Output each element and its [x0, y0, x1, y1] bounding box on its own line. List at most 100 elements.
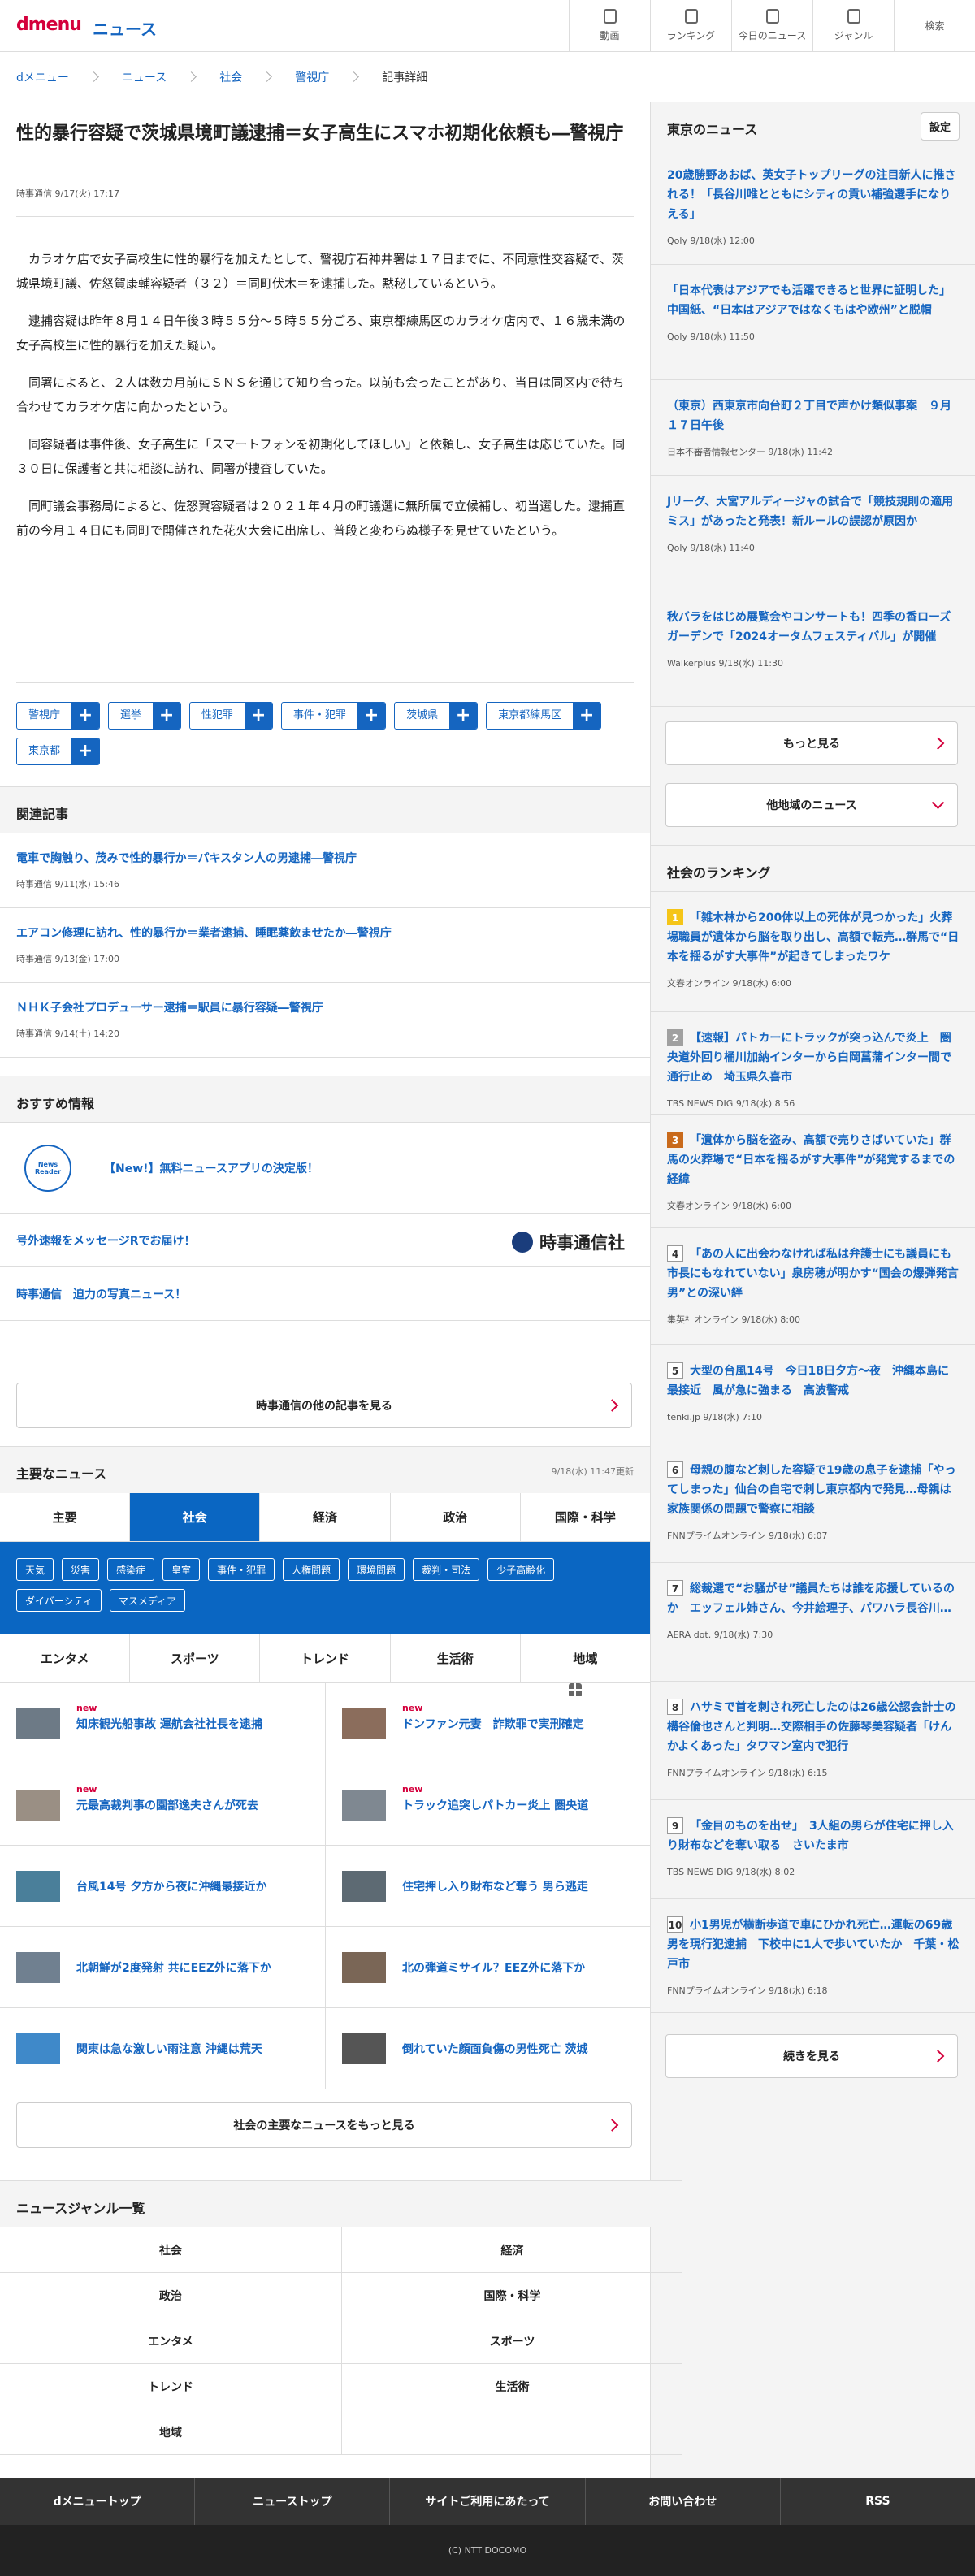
tab-main[interactable]: 主要: [0, 1493, 129, 1541]
tag-item[interactable]: 茨城県 +: [394, 702, 479, 730]
footer-link-dmenu-top[interactable]: dメニュートップ: [0, 2478, 194, 2525]
topnews-item[interactable]: 関東は急な激しい雨注意 沖縄は荒天: [0, 2008, 325, 2089]
tokyo-news-item[interactable]: 20歳勝野あおば、英女子トップリーグの注目新人に推される！「長谷川唯とともにシテ…: [651, 149, 975, 265]
tab-sports[interactable]: スポーツ: [129, 1634, 259, 1682]
tag-item[interactable]: 性犯罪 +: [189, 702, 274, 730]
follow-plus-icon[interactable]: +: [72, 738, 100, 764]
genre-item[interactable]: エンタメ: [0, 2318, 341, 2364]
topnews-tabs: 主要 社会 経済 政治 国際・科学: [0, 1493, 650, 1542]
related-item[interactable]: エアコン修理に訪れ、性的暴行か＝業者逮捕、睡眠薬飲ませたか―警視庁 時事通信 9…: [0, 908, 650, 983]
tag-item[interactable]: 東京都 +: [16, 738, 101, 765]
breadcrumb-police[interactable]: 警視庁: [295, 69, 382, 85]
nav-video[interactable]: 動画: [569, 0, 650, 51]
genre-item[interactable]: 生活術: [341, 2364, 682, 2409]
tab-society[interactable]: 社会: [129, 1493, 260, 1541]
recommend-item[interactable]: 時事通信 迫力の写真ニュース！: [0, 1267, 650, 1321]
topnews-item[interactable]: 倒れていた顔面負傷の男性死亡 茨城: [325, 2008, 650, 2089]
subtag[interactable]: 少子高齢化: [488, 1558, 555, 1581]
footer-link-contact[interactable]: お問い合わせ: [584, 2478, 780, 2525]
subtag[interactable]: 事件・犯罪: [208, 1558, 275, 1581]
topnews-item[interactable]: new 知床観光船事故 運航会社社長を逮捕: [0, 1683, 325, 1764]
footer-link-terms[interactable]: サイトご利用にあたって: [389, 2478, 584, 2525]
follow-plus-icon[interactable]: +: [449, 703, 478, 729]
genre-item[interactable]: スポーツ: [341, 2318, 682, 2364]
more-tokyo-news-button[interactable]: もっと見る: [665, 721, 958, 765]
tag-item[interactable]: 事件・犯罪 +: [281, 702, 387, 730]
tokyo-news-item[interactable]: （東京）西東京市向台町２丁目で声かけ類似事案 ９月１７日午後 日本不審者情報センタ…: [651, 380, 975, 476]
tag-item[interactable]: 東京都練馬区 +: [486, 702, 602, 730]
related-item[interactable]: ＮＨＫ子会社プロデューサー逮捕＝駅員に暴行容疑―警視庁 時事通信 9/14(土)…: [0, 983, 650, 1058]
tab-entertainment[interactable]: エンタメ: [0, 1634, 129, 1682]
other-region-news-button[interactable]: 他地域のニュース: [665, 783, 958, 827]
nav-ranking[interactable]: ランキング: [650, 0, 731, 51]
news-section-title[interactable]: ニュース: [93, 16, 157, 40]
genre-item[interactable]: トレンド: [0, 2364, 341, 2409]
topnews-item[interactable]: new トラック追突しパトカー炎上 圏央道: [325, 1764, 650, 1846]
topnews-item[interactable]: new ドンファン元妻 詐欺罪で実刑確定: [325, 1683, 650, 1764]
genre-item[interactable]: 社会: [0, 2227, 341, 2273]
ranking-item[interactable]: 4 「あの人に出会わなければ私は弁護士にも議員にも市長にもなれていない」泉房穂が明…: [651, 1228, 975, 1345]
genre-item[interactable]: 地域: [0, 2409, 341, 2455]
genre-item[interactable]: 国際・科学: [341, 2273, 682, 2318]
recommend-item[interactable]: News Reader 【New!】無料ニュースアプリの決定版！: [0, 1123, 650, 1214]
article-tags: 警視庁 + 選挙 + 性犯罪 + 事件・犯罪 + 茨城県 + 東京都練馬区 + 東京都 +: [16, 702, 634, 765]
tag-item[interactable]: 警視庁 +: [16, 702, 101, 730]
subtag[interactable]: 皇室: [162, 1558, 201, 1581]
nav-search[interactable]: 検索: [569, 0, 975, 1698]
settings-button[interactable]: 設定: [920, 112, 960, 141]
ranking-item[interactable]: 3 「遺体から脳を盗み、高額で売りさばいていた」群馬の火葬場で“日本を揺るがす大事…: [651, 1115, 975, 1228]
ranking-item[interactable]: 7 総裁選で“お騒がせ”議員たちは誰を応援しているのか エッフェル姉さん、今井絵理…: [651, 1563, 975, 1682]
topnews-item[interactable]: 北の弾道ミサイル？EEZ外に落下か: [325, 1927, 650, 2008]
topnews-item[interactable]: 住宅押し入り財布など奪う 男ら逃走: [325, 1846, 650, 1927]
ranking-item[interactable]: 5 大型の台風14号 今日18日夕方～夜 沖縄本島に最接近 風が急に強まる 高波警…: [651, 1345, 975, 1444]
nav-genre[interactable]: ジャンル: [812, 0, 894, 51]
follow-plus-icon[interactable]: +: [358, 703, 386, 729]
article-paragraph: 逮捕容疑は昨年８月１４日午後３時５５分～５時５５分ごろ、東京都練馬区のカラオケ店…: [16, 314, 626, 353]
tab-international[interactable]: 国際・科学: [519, 1493, 650, 1541]
tab-economy[interactable]: 経済: [259, 1493, 389, 1541]
footer-link-rss[interactable]: RSS: [779, 2478, 975, 2525]
subtag[interactable]: 災害: [62, 1558, 100, 1581]
more-ranking-button[interactable]: 続きを見る: [665, 2034, 958, 2078]
topnews-item[interactable]: 台風14号 夕方から夜に沖縄最接近か: [0, 1846, 325, 1927]
more-society-news-button[interactable]: 社会の主要なニュースをもっと見る: [16, 2102, 632, 2148]
follow-plus-icon[interactable]: +: [72, 703, 100, 729]
subtag[interactable]: マスメディア: [109, 1589, 185, 1612]
footer-link-news-top[interactable]: ニューストップ: [194, 2478, 389, 2525]
subtag[interactable]: 感染症: [107, 1558, 155, 1581]
follow-plus-icon[interactable]: +: [153, 703, 181, 729]
breadcrumb-society[interactable]: 社会: [219, 69, 295, 85]
subtag[interactable]: 人権問題: [283, 1558, 340, 1581]
ranking-item[interactable]: 2 【速報】パトカーにトラックが突っ込んで炎上 圏央道外回り桶川加納インターから白…: [651, 1012, 975, 1115]
subtag[interactable]: ダイバーシティ: [16, 1589, 102, 1612]
tag-item[interactable]: 選挙 +: [108, 702, 182, 730]
tab-lifestyle[interactable]: 生活術: [389, 1634, 520, 1682]
nav-today[interactable]: 今日のニュース: [731, 0, 812, 51]
subtag[interactable]: 環境問題: [348, 1558, 405, 1581]
subtag[interactable]: 裁判・司法: [413, 1558, 480, 1581]
tokyo-news-item[interactable]: 「日本代表はアジアでも活躍できると世界に証明した」中国紙、“日本はアジアではなく…: [651, 265, 975, 380]
genre-item[interactable]: 政治: [0, 2273, 341, 2318]
tab-politics[interactable]: 政治: [389, 1493, 520, 1541]
breadcrumb-dmenu[interactable]: dメニュー: [16, 69, 122, 85]
topnews-item[interactable]: new 元最高裁判事の園部逸夫さんが死去: [0, 1764, 325, 1846]
tab-trend[interactable]: トレンド: [259, 1634, 389, 1682]
genre-item[interactable]: 経済: [341, 2227, 682, 2273]
topnews-item[interactable]: 北朝鮮が2度発射 共にEEZ外に落下か: [0, 1927, 325, 2008]
tab-region[interactable]: 地域: [519, 1634, 650, 1682]
ranking-item[interactable]: 8 ハサミで首を刺され死亡したのは26歳公認会計士の構谷倫也さんと判明…交際相手の…: [651, 1682, 975, 1800]
related-item[interactable]: 電車で胸触り、茂みで性的暴行か＝パキスタン人の男逮捕―警視庁 時事通信 9/11…: [0, 833, 650, 908]
subtag[interactable]: 天気: [16, 1558, 54, 1581]
follow-plus-icon[interactable]: +: [573, 703, 601, 729]
more-provider-articles-button[interactable]: 時事通信の他の記事を見る: [16, 1383, 632, 1428]
ranking-item[interactable]: 9 「金目のものを出せ」 3人組の男らが住宅に押し入り財布などを奪い取る さいたま…: [651, 1800, 975, 1899]
breadcrumb-news[interactable]: ニュース: [122, 69, 219, 85]
article-paragraph: 同容疑者は事件後、女子高生に「スマートフォンを初期化してほしい」と依頼し、女子高…: [16, 437, 626, 476]
ranking-item[interactable]: 6 母親の腹など刺した容疑で19歳の息子を逮捕「やってしまった」仙台の自宅で刺し東…: [651, 1444, 975, 1563]
follow-plus-icon[interactable]: +: [245, 703, 273, 729]
ranking-item[interactable]: 1 「雑木林から200体以上の死体が見つかった」火葬場職員が遺体から脳を取り出し、…: [651, 892, 975, 1012]
ranking-item[interactable]: 10 小1男児が横断歩道で車にひかれ死亡…運転の69歳男を現行犯逮捕 下校中に1人…: [651, 1899, 975, 2013]
tokyo-news-item[interactable]: 秋バラをはじめ展覧会やコンサートも！四季の香ローズガーデンで「2024オータムフ…: [651, 591, 975, 707]
tokyo-news-item[interactable]: Jリーグ、大宮アルディージャの試合で「競技規則の適用ミス」があったと発表！新ルー…: [651, 476, 975, 591]
dmenu-logo[interactable]: dmenu: [16, 15, 82, 35]
